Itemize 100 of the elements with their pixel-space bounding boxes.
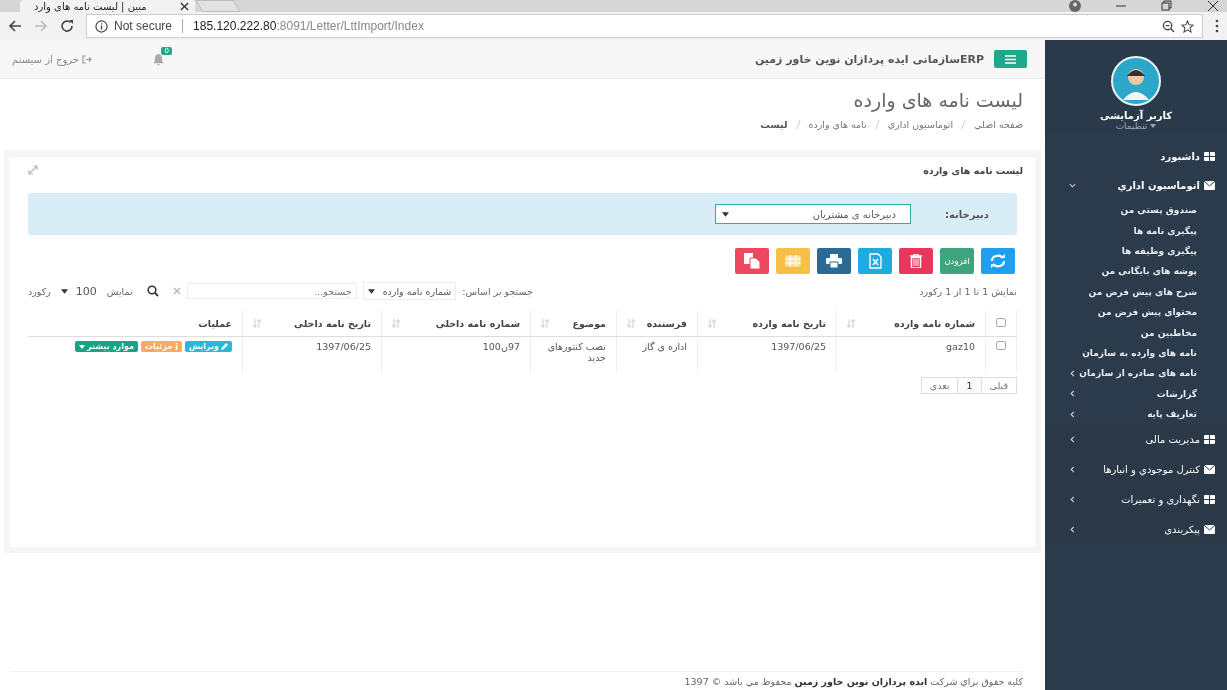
sidebar-item[interactable]: داشبورد <box>1045 142 1227 171</box>
search-by-select[interactable]: شماره نامه وارده <box>362 282 457 300</box>
print-button[interactable] <box>817 248 851 274</box>
column-header[interactable]: تاریخ نامه داخلی <box>294 317 371 329</box>
avatar-icon <box>1111 56 1161 106</box>
more-vertical-icon[interactable] <box>1215 19 1219 33</box>
submenu-item[interactable]: نامه های صادره از سازمان <box>1045 363 1227 384</box>
sidebar-item[interactable]: اتوماسیون اداري <box>1045 171 1227 200</box>
close-icon[interactable] <box>180 1 189 11</box>
column-header[interactable]: تاریخ نامه وارده <box>752 317 826 329</box>
forward-arrow-icon[interactable] <box>34 19 48 33</box>
submenu-item[interactable]: پیگیری نامه ها <box>1045 220 1227 241</box>
sort-icon[interactable] <box>708 318 716 328</box>
sidebar-item[interactable]: مدیریت مالی <box>1045 424 1227 455</box>
breadcrumb-item[interactable]: صفحه اصلي <box>974 119 1023 130</box>
sort-icon[interactable] <box>847 318 855 328</box>
submenu-item[interactable]: محتوای پیش فرض من <box>1045 301 1227 323</box>
menu-item-icon <box>1204 434 1215 444</box>
caret-icon <box>79 344 86 349</box>
copy-button[interactable] <box>735 248 769 274</box>
submenu-item[interactable]: تعاریف پایه <box>1045 403 1227 425</box>
back-arrow-icon[interactable] <box>8 19 22 33</box>
address-bar[interactable]: Not secure 185.120.222.80:8091/Letter/LttImport/Index <box>86 14 1203 38</box>
close-icon[interactable] <box>1207 0 1219 12</box>
bell-icon[interactable] <box>151 52 165 66</box>
dropdown-caret-icon <box>60 288 68 294</box>
submenu-item[interactable]: صندوق پستی من <box>1045 200 1227 221</box>
sort-icon[interactable] <box>392 318 400 328</box>
table-cell: 97ن100 <box>482 341 520 352</box>
submenu-item[interactable]: پوشه های بایگانی من <box>1045 261 1227 282</box>
row-checkbox[interactable] <box>996 341 1006 350</box>
secretariat-select[interactable]: دبیرخانه ی مشتریان <box>715 204 911 224</box>
submenu-item[interactable]: پیگیری وظیفه ها <box>1045 240 1227 262</box>
sidebar-item[interactable]: کنترل موجودي و انبارها <box>1045 454 1227 485</box>
breadcrumb-item: لیست <box>760 119 788 130</box>
page-size-select[interactable]: 100 <box>56 283 101 299</box>
chevron-icon <box>1069 435 1076 443</box>
search-icon[interactable] <box>146 285 159 297</box>
menu-item-icon <box>1204 181 1215 190</box>
records-label: رکورد <box>28 285 51 297</box>
sidebar-item[interactable]: پیکربندی <box>1045 514 1227 545</box>
refresh-button[interactable] <box>981 248 1015 274</box>
select-all-checkbox[interactable] <box>996 317 1006 327</box>
tab-title: مبین | لیست نامه های وارد <box>34 0 147 12</box>
pagination-button[interactable]: 1 <box>957 377 982 394</box>
menu-item-icon <box>1204 464 1215 474</box>
breadcrumb-item[interactable]: اتوماسیون اداري <box>887 119 954 130</box>
excel-button[interactable] <box>858 248 892 274</box>
clear-icon[interactable] <box>172 287 181 295</box>
refresh-icon <box>990 254 1006 268</box>
columns-button[interactable] <box>776 248 810 274</box>
menu-button[interactable] <box>994 50 1027 68</box>
search-field[interactable]: جستجو... <box>186 283 357 299</box>
breadcrumb-item[interactable]: نامه های وارده <box>808 119 867 130</box>
panel-title: لیست نامه های وارده <box>923 164 1023 176</box>
records-info: نمایش 1 تا 1 از 1 رکورد <box>919 285 1017 297</box>
chevron-icon <box>1069 390 1076 398</box>
table-cell: gaz10 <box>946 341 975 352</box>
column-header[interactable]: موضوع <box>572 317 606 329</box>
info-icon[interactable] <box>95 19 108 33</box>
app-title: ERPسازمانی ایده پردازان نوین خاور زمین <box>754 52 984 66</box>
show-label: نمایش <box>106 285 133 297</box>
column-header[interactable]: شماره نامه وارده <box>894 317 975 329</box>
dropdown-caret-icon <box>367 288 375 294</box>
delete-button[interactable] <box>899 248 933 274</box>
pagination-button[interactable]: بعدی <box>920 377 959 394</box>
chevron-icon <box>1069 495 1076 503</box>
sort-icon[interactable] <box>627 318 635 328</box>
table-cell: 1397/06/25 <box>316 341 371 352</box>
submenu-item[interactable]: گزارشات <box>1045 383 1227 404</box>
info-icon <box>175 343 178 350</box>
column-header[interactable]: فرستنده <box>646 317 687 329</box>
sort-icon[interactable] <box>253 318 261 328</box>
new-tab-button[interactable] <box>195 0 241 12</box>
settings-link[interactable]: تنظیمات <box>1115 121 1148 131</box>
menu-item-icon <box>1204 152 1215 161</box>
menu-item-icon <box>1204 524 1215 534</box>
profile-icon[interactable] <box>1069 0 1081 12</box>
user-name: کاربر آزمایشی <box>1100 110 1172 121</box>
reload-icon[interactable] <box>60 19 74 33</box>
submenu-item[interactable]: شرح های پیش فرض من <box>1045 281 1227 302</box>
menu-item-icon <box>1204 494 1215 504</box>
sort-icon[interactable] <box>541 318 549 328</box>
chevron-icon <box>1069 182 1076 189</box>
column-header[interactable]: شماره نامه داخلی <box>435 317 520 329</box>
column-header: عملیات <box>198 317 232 329</box>
star-icon[interactable] <box>1181 19 1194 33</box>
zoom-out-icon[interactable] <box>1162 19 1175 33</box>
browser-tab[interactable]: مبین | لیست نامه های وارد <box>20 0 195 12</box>
chevron-icon <box>1069 369 1076 377</box>
expand-icon[interactable] <box>28 165 38 175</box>
spreadsheet-file-icon <box>868 253 882 269</box>
restore-icon[interactable] <box>1161 0 1173 12</box>
copyright-text: کلیه حقوق براي شركت ایده پردازان نوین خاور زمین محفوظ مي باشد © 1397 <box>10 671 1023 690</box>
table-cell: نصب کنتورهای جدید <box>547 341 606 363</box>
dropdown-caret-icon <box>722 211 729 217</box>
submenu-item[interactable]: مخاطبین من <box>1045 322 1227 343</box>
table-icon <box>785 255 801 267</box>
sidebar-item[interactable]: نگهداری و تعمیرات <box>1045 484 1227 515</box>
submenu-item[interactable]: نامه های وارده به سازمان <box>1045 342 1227 364</box>
